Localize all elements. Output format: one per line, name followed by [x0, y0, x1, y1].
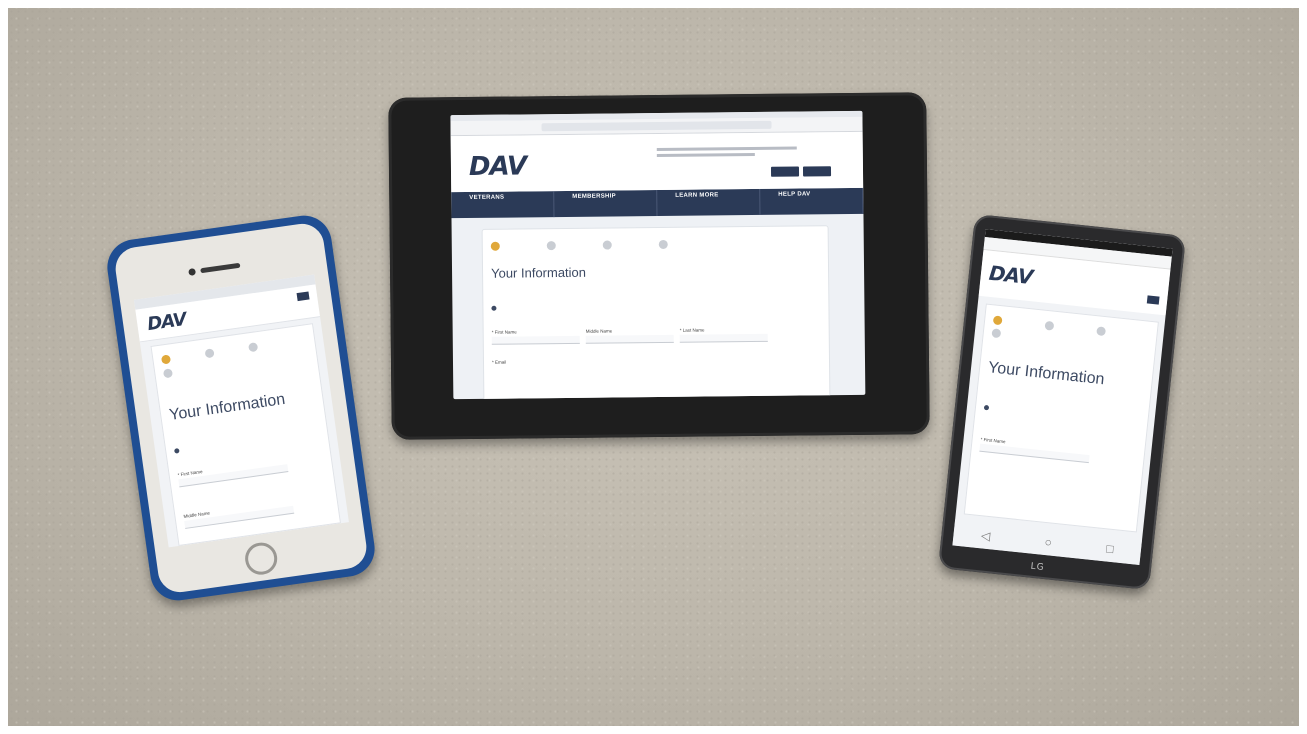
dav-logo[interactable]: DAV — [469, 151, 526, 182]
radio-yes[interactable] — [491, 306, 498, 312]
step-dot-icon — [248, 342, 259, 353]
back-icon[interactable]: ◁ — [980, 528, 991, 543]
nav-label: MEMBERSHIP — [572, 193, 616, 200]
home-icon[interactable]: ○ — [1044, 535, 1053, 550]
step-dot-icon — [204, 348, 215, 359]
step-1 — [992, 315, 1026, 327]
step-3 — [1096, 326, 1129, 338]
logo-text: DAV — [468, 151, 527, 182]
page-title: Your Information — [168, 390, 287, 424]
tagline — [543, 158, 643, 159]
middle-name-field[interactable]: Middle Name — [183, 499, 295, 529]
first-name-label: * First Name — [491, 329, 517, 335]
step-dot-icon — [1044, 320, 1055, 331]
mission-text — [656, 146, 797, 160]
home-button[interactable] — [243, 540, 280, 577]
nav-item-help-dav[interactable]: HELP DAV — [760, 187, 864, 215]
nav-item-learn-more[interactable]: LEARN MORE — [657, 188, 761, 217]
step-4 — [162, 365, 196, 379]
header-buttons — [770, 166, 832, 177]
page-title: Your Information — [987, 359, 1106, 389]
step-2 — [204, 345, 238, 359]
main-nav: VETERANS MEMBERSHIP LEARN MORE HELP DAV — [451, 187, 864, 219]
recents-icon[interactable]: □ — [1106, 541, 1115, 556]
progress-steps — [490, 239, 715, 251]
nav-item-veterans[interactable]: VETERANS — [451, 191, 555, 219]
step-dot-icon — [991, 328, 1002, 339]
progress-steps — [991, 315, 1152, 354]
android-device: DAV Your Information * First Name ◁ ○ □ — [937, 213, 1187, 591]
step-4 — [658, 239, 691, 250]
radio-yes[interactable] — [984, 405, 992, 412]
last-name-input[interactable] — [679, 333, 768, 343]
step-1 — [160, 351, 194, 365]
step-dot-icon — [1096, 326, 1107, 337]
nav-label: LEARN MORE — [675, 192, 719, 199]
first-name-field[interactable]: * First Name — [492, 329, 580, 345]
lg-brand-logo: LG — [1030, 561, 1046, 574]
logo-text: DAV — [987, 260, 1034, 290]
dav-logo[interactable]: DAV — [146, 309, 187, 335]
step-4 — [991, 328, 1024, 340]
step-3 — [248, 339, 281, 353]
nav-item-membership[interactable]: MEMBERSHIP — [554, 190, 658, 218]
page-title: Your Information — [490, 264, 587, 281]
first-name-field[interactable]: * First Name — [177, 457, 289, 488]
step-dot-active-icon — [992, 315, 1003, 326]
header-button-1[interactable] — [770, 166, 800, 177]
step-2 — [546, 241, 579, 251]
tablet-screen: DAV VETERANS MEMBERSHIP LEARN MORE HELP … — [450, 110, 866, 400]
step-dot-icon — [658, 239, 668, 250]
desk-surface: DAV Your Information * First Name Middle… — [8, 8, 1299, 726]
step-3 — [602, 240, 635, 250]
first-name-input[interactable] — [491, 335, 580, 345]
middle-name-field[interactable]: Middle Name — [586, 328, 674, 344]
camera-icon — [188, 268, 197, 276]
header-button-2[interactable] — [802, 166, 832, 177]
progress-steps — [160, 335, 313, 379]
form-card: Your Information * First Name — [963, 303, 1159, 533]
dav-logo[interactable]: DAV — [988, 261, 1033, 289]
url-bar[interactable] — [541, 120, 772, 132]
form-card: Your Information * First Name Middle Nam… — [481, 225, 831, 400]
email-label: * Email — [491, 359, 507, 365]
tablet-device: DAV VETERANS MEMBERSHIP LEARN MORE HELP … — [388, 92, 930, 440]
step-dot-icon — [546, 241, 556, 251]
speaker-grille — [200, 262, 241, 274]
iphone-screen: DAV Your Information * First Name Middle… — [133, 274, 349, 548]
android-screen: DAV Your Information * First Name ◁ ○ □ — [952, 229, 1173, 565]
form-card: Your Information * First Name Middle Nam… — [150, 323, 342, 547]
menu-icon[interactable] — [1146, 295, 1160, 305]
step-dot-active-icon — [160, 354, 172, 365]
step-dot-icon — [162, 368, 174, 379]
step-dot-active-icon — [490, 241, 500, 251]
last-name-field[interactable]: * Last Name — [680, 327, 768, 343]
middle-name-label: Middle Name — [585, 328, 613, 334]
step-2 — [1044, 320, 1077, 333]
last-name-label: * Last Name — [679, 327, 705, 333]
menu-icon[interactable] — [296, 291, 310, 302]
step-1 — [490, 241, 523, 251]
nav-label: VETERANS — [469, 194, 505, 201]
step-dot-icon — [602, 240, 612, 250]
name-fields: * First Name Middle Name * Last Name — [492, 327, 768, 345]
iphone-body: DAV Your Information * First Name Middle… — [112, 221, 370, 595]
logo-text: DAV — [146, 308, 188, 336]
site-header: DAV — [450, 131, 864, 193]
radio-yes[interactable] — [174, 448, 182, 455]
nav-label: HELP DAV — [778, 191, 811, 198]
first-name-field[interactable]: * First Name — [979, 437, 1090, 464]
middle-name-input[interactable] — [585, 334, 674, 344]
